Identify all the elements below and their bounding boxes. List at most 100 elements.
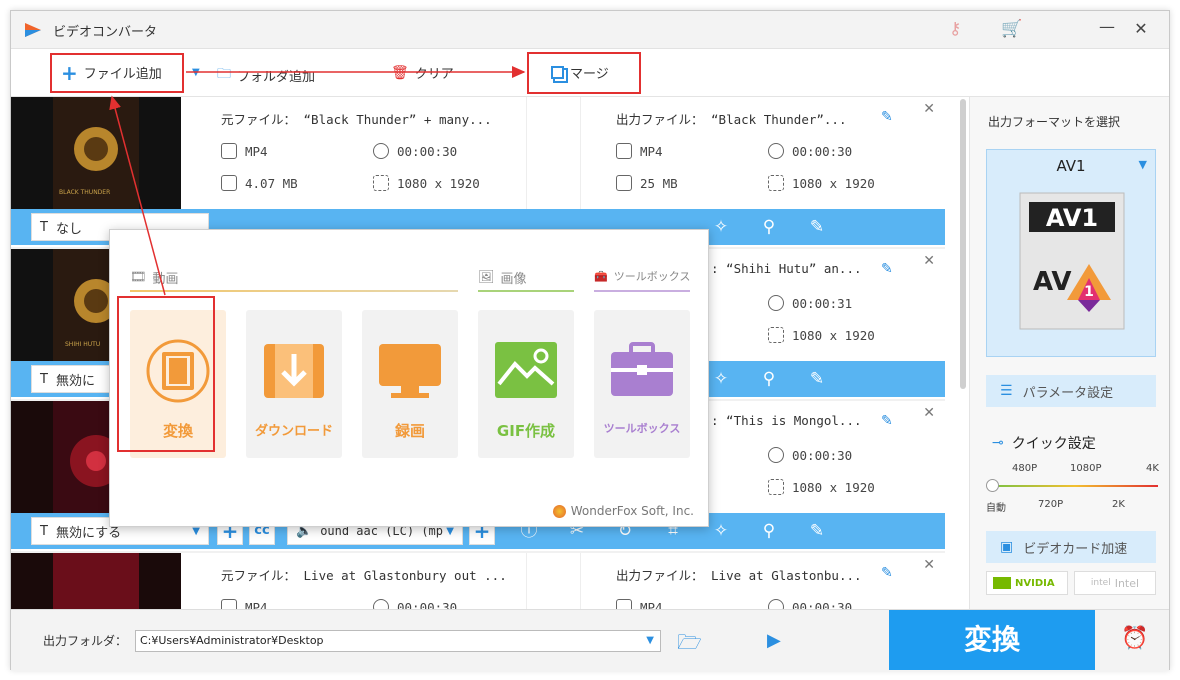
intel-button[interactable]: intel Intel: [1074, 571, 1156, 595]
remove-item-icon[interactable]: ✕: [923, 557, 935, 573]
output-path-field[interactable]: C:¥Users¥Administrator¥Desktop ▼: [135, 630, 661, 652]
add-file-button[interactable]: + ファイル追加: [61, 63, 162, 83]
record-tile[interactable]: 録画: [362, 310, 458, 458]
edit-icon[interactable]: ✎: [807, 521, 827, 541]
effects-wand-icon[interactable]: ✧: [711, 369, 731, 389]
svg-text:1: 1: [1084, 284, 1094, 300]
add-folder-button[interactable]: 🗀 フォルダ追加: [217, 63, 315, 87]
source-size: 4.07 MB: [221, 175, 298, 191]
text-icon: T: [40, 219, 48, 235]
duration-value: 00:00:30: [792, 599, 853, 610]
close-button[interactable]: ✕: [1131, 19, 1151, 38]
slider-track[interactable]: [992, 485, 1158, 487]
resolution-value: 1080 x 1920: [792, 175, 875, 191]
add-file-dropdown-icon[interactable]: ▼: [192, 67, 200, 78]
resolution-icon: [373, 175, 389, 191]
gif-maker-tile[interactable]: GIF作成: [478, 310, 574, 458]
clock-icon: [373, 143, 389, 159]
remove-item-icon[interactable]: ✕: [923, 101, 935, 117]
poster-title: SHIHI HUTU: [65, 341, 101, 348]
parameter-settings-label: パラメータ設定: [1022, 385, 1114, 401]
output-duration: 00:00:30: [768, 599, 852, 609]
quality-slider[interactable]: 480P 1080P 4K 自動 720P 2K: [986, 457, 1160, 517]
output-format: MP4: [616, 599, 663, 609]
arrow-divider: [526, 553, 581, 609]
format-selector[interactable]: AV1 ▼ AV1 AV 1: [986, 149, 1156, 357]
nvidia-button[interactable]: NVIDIA: [986, 571, 1068, 595]
source-duration: 00:00:30: [373, 143, 457, 159]
output-filename: : “Shihi Hutu” an...: [711, 261, 862, 276]
nvidia-logo-icon: [993, 577, 1011, 589]
list-item[interactable]: 元ファイル： Live at Glastonbury out ... MP4 0…: [11, 553, 945, 609]
preview-video-icon[interactable]: ▶: [767, 630, 781, 651]
format-value: MP4: [640, 143, 663, 159]
text-icon: T: [40, 523, 48, 539]
scrollbar[interactable]: [957, 97, 967, 389]
edit-name-icon[interactable]: ✎: [881, 565, 893, 581]
clock-icon: [768, 295, 784, 311]
output-path-value: C:¥Users¥Administrator¥Desktop: [140, 634, 324, 647]
format-value: MP4: [640, 599, 663, 610]
chevron-down-icon: ▼: [446, 525, 454, 537]
merge-icon: [551, 66, 564, 79]
clock-icon: [373, 599, 389, 609]
download-tile[interactable]: ダウンロード: [246, 310, 342, 458]
output-duration: 00:00:30: [768, 447, 852, 463]
duration-value: 00:00:30: [792, 143, 853, 159]
edit-name-icon[interactable]: ✎: [881, 261, 893, 277]
output-resolution: 1080 x 1920: [768, 479, 875, 495]
edit-icon[interactable]: ✎: [807, 369, 827, 389]
toolbox-icon: 🧰: [594, 269, 608, 283]
alarm-clock-icon[interactable]: ⏰: [1121, 626, 1148, 651]
merge-button[interactable]: マージ: [551, 63, 609, 82]
scrollbar-thumb[interactable]: [960, 99, 966, 389]
chip-icon: ▣: [1000, 539, 1014, 555]
section-image-label: 画像: [500, 272, 527, 287]
watermark-stamp-icon[interactable]: ⚲: [759, 369, 779, 389]
format-value: MP4: [245, 143, 268, 159]
convert-tile[interactable]: 変換: [130, 310, 226, 458]
cart-icon[interactable]: 🛒: [1001, 19, 1022, 39]
watermark-stamp-icon[interactable]: ⚲: [759, 521, 779, 541]
clock-icon: [768, 143, 784, 159]
toolbox-tile[interactable]: ツールボックス: [594, 310, 690, 458]
watermark-stamp-icon[interactable]: ⚲: [759, 217, 779, 237]
convert-label: 変換: [963, 623, 1020, 656]
edit-name-icon[interactable]: ✎: [881, 413, 893, 429]
effects-wand-icon[interactable]: ✧: [711, 217, 731, 237]
convert-button[interactable]: 変換: [889, 610, 1095, 670]
image-icon: 🖼: [478, 270, 495, 285]
folder-icon: [221, 175, 237, 191]
add-folder-label: フォルダ追加: [237, 69, 316, 85]
tick-label: 1080P: [1070, 463, 1102, 474]
video-file-icon: [221, 599, 237, 609]
quick-settings-title: ⊸ クイック設定: [992, 433, 1096, 453]
convert-tile-label: 変換: [162, 422, 193, 440]
svg-text:AV1: AV1: [1046, 204, 1098, 232]
source-format: MP4: [221, 599, 268, 609]
section-image-underline: [478, 290, 574, 292]
minimize-button[interactable]: —: [1097, 17, 1117, 36]
list-item[interactable]: BLACK THUNDER 元ファイル： “Black Thunder” + m…: [11, 97, 945, 247]
folder-icon: [616, 175, 632, 191]
effects-wand-icon[interactable]: ✧: [711, 521, 731, 541]
toolbox-tile-label: ツールボックス: [603, 422, 681, 435]
key-icon[interactable]: ⚷: [949, 19, 961, 39]
edit-icon[interactable]: ✎: [807, 217, 827, 237]
source-filename: 元ファイル： “Black Thunder” + many...: [221, 112, 492, 127]
slider-handle[interactable]: [986, 479, 999, 492]
chevron-down-icon[interactable]: ▼: [646, 635, 654, 646]
format-name: AV1: [1056, 157, 1086, 175]
edit-name-icon[interactable]: ✎: [881, 109, 893, 125]
gpu-acceleration-button[interactable]: ▣ ビデオカード加速: [986, 531, 1156, 563]
remove-item-icon[interactable]: ✕: [923, 405, 935, 421]
clear-button[interactable]: 🗑 クリア: [391, 63, 454, 83]
open-folder-icon[interactable]: 🗁: [677, 628, 702, 662]
video-file-icon: [616, 599, 632, 609]
duration-value: 00:00:31: [792, 295, 853, 311]
nvidia-label: NVIDIA: [1015, 577, 1055, 589]
remove-item-icon[interactable]: ✕: [923, 253, 935, 269]
parameter-settings-button[interactable]: ☰ パラメータ設定: [986, 375, 1156, 407]
video-file-icon: [616, 143, 632, 159]
source-info: 元ファイル： “Black Thunder” + many...: [221, 109, 521, 128]
